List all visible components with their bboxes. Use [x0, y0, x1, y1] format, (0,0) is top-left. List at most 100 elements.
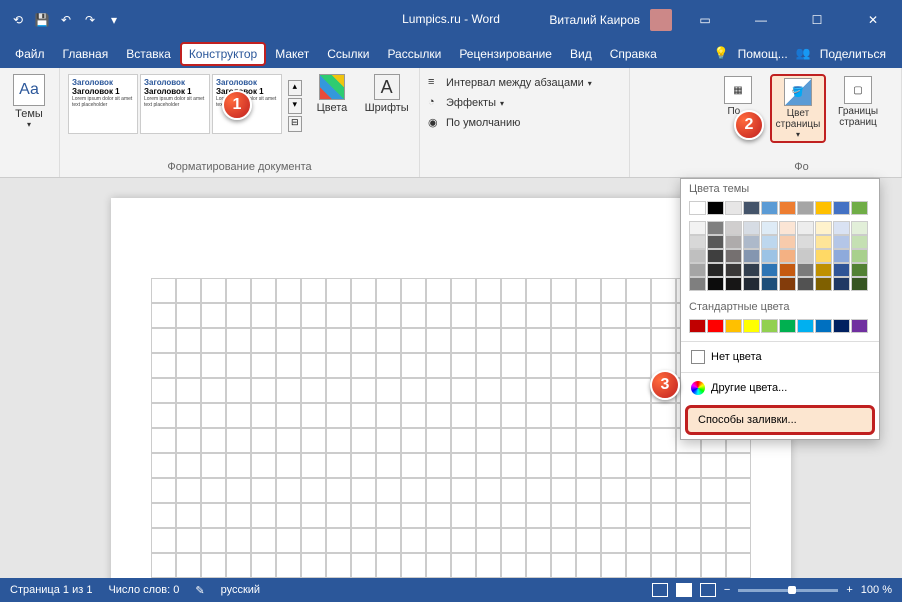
- ribbon-options-icon[interactable]: ▭: [682, 0, 728, 40]
- color-swatch[interactable]: [707, 263, 724, 277]
- fonts-button[interactable]: А Шрифты: [362, 74, 411, 114]
- tab-home[interactable]: Главная: [54, 42, 118, 66]
- color-swatch[interactable]: [779, 235, 796, 249]
- undo-icon[interactable]: ↶: [58, 12, 74, 28]
- tab-references[interactable]: Ссылки: [318, 42, 378, 66]
- color-swatch[interactable]: [779, 319, 796, 333]
- color-swatch[interactable]: [743, 319, 760, 333]
- word-count[interactable]: Число слов: 0: [108, 584, 179, 596]
- color-swatch[interactable]: [743, 249, 760, 263]
- zoom-level[interactable]: 100 %: [861, 584, 892, 596]
- color-swatch[interactable]: [833, 201, 850, 215]
- color-swatch[interactable]: [725, 235, 742, 249]
- page-borders-button[interactable]: ▢ Границы страниц: [830, 74, 886, 143]
- tab-review[interactable]: Рецензирование: [450, 42, 561, 66]
- color-swatch[interactable]: [761, 263, 778, 277]
- more-colors-item[interactable]: Другие цвета...: [681, 375, 879, 401]
- paragraph-spacing-button[interactable]: ≡Интервал между абзацами▾: [428, 76, 592, 90]
- zoom-out-icon[interactable]: −: [724, 584, 730, 596]
- color-swatch[interactable]: [707, 235, 724, 249]
- color-swatch[interactable]: [851, 277, 868, 291]
- tell-me-icon[interactable]: 💡: [714, 46, 730, 62]
- color-swatch[interactable]: [707, 319, 724, 333]
- color-swatch[interactable]: [797, 319, 814, 333]
- color-swatch[interactable]: [689, 319, 706, 333]
- color-swatch[interactable]: [833, 319, 850, 333]
- web-layout-icon[interactable]: [700, 583, 716, 597]
- user-name[interactable]: Виталий Каиров: [549, 13, 640, 27]
- gallery-up-icon[interactable]: ▴: [288, 80, 302, 96]
- color-swatch[interactable]: [797, 201, 814, 215]
- color-swatch[interactable]: [797, 277, 814, 291]
- color-swatch[interactable]: [797, 263, 814, 277]
- tab-insert[interactable]: Вставка: [117, 42, 180, 66]
- color-swatch[interactable]: [743, 221, 760, 235]
- fill-effects-item[interactable]: Способы заливки...: [685, 405, 875, 435]
- color-swatch[interactable]: [815, 201, 832, 215]
- color-swatch[interactable]: [725, 319, 742, 333]
- color-swatch[interactable]: [689, 221, 706, 235]
- print-layout-icon[interactable]: [676, 583, 692, 597]
- color-swatch[interactable]: [761, 235, 778, 249]
- color-swatch[interactable]: [779, 277, 796, 291]
- color-swatch[interactable]: [725, 277, 742, 291]
- color-swatch[interactable]: [833, 277, 850, 291]
- effects-button[interactable]: ◔Эффекты▾: [428, 96, 592, 110]
- minimize-icon[interactable]: —: [738, 0, 784, 40]
- color-swatch[interactable]: [725, 221, 742, 235]
- color-swatch[interactable]: [779, 221, 796, 235]
- color-swatch[interactable]: [725, 263, 742, 277]
- no-color-item[interactable]: Нет цвета: [681, 344, 879, 370]
- share-label[interactable]: Поделиться: [820, 47, 886, 61]
- color-swatch[interactable]: [707, 221, 724, 235]
- color-swatch[interactable]: [815, 319, 832, 333]
- user-avatar-icon[interactable]: [650, 9, 672, 31]
- tab-file[interactable]: Файл: [6, 42, 54, 66]
- qat-dropdown-icon[interactable]: ▾: [106, 12, 122, 28]
- color-swatch[interactable]: [815, 277, 832, 291]
- tab-layout[interactable]: Макет: [266, 42, 318, 66]
- close-icon[interactable]: ✕: [850, 0, 896, 40]
- color-swatch[interactable]: [851, 235, 868, 249]
- color-swatch[interactable]: [743, 277, 760, 291]
- gallery-more-icon[interactable]: ⊟: [288, 116, 302, 132]
- color-swatch[interactable]: [689, 235, 706, 249]
- page-indicator[interactable]: Страница 1 из 1: [10, 584, 92, 596]
- tab-mailings[interactable]: Рассылки: [378, 42, 450, 66]
- color-swatch[interactable]: [689, 249, 706, 263]
- color-swatch[interactable]: [797, 249, 814, 263]
- color-swatch[interactable]: [707, 249, 724, 263]
- tell-me-label[interactable]: Помощ...: [738, 47, 788, 61]
- zoom-slider[interactable]: [738, 589, 838, 592]
- autosave-icon[interactable]: ⟲: [10, 12, 26, 28]
- share-icon[interactable]: 👥: [796, 46, 812, 62]
- color-swatch[interactable]: [851, 221, 868, 235]
- spell-check-icon[interactable]: ✎: [195, 584, 204, 597]
- color-swatch[interactable]: [815, 235, 832, 249]
- style-set-2[interactable]: ЗаголовокЗаголовок 1Lorem ipsum dolor si…: [140, 74, 210, 134]
- color-swatch[interactable]: [797, 235, 814, 249]
- color-swatch[interactable]: [833, 221, 850, 235]
- table-grid[interactable]: [151, 278, 751, 578]
- maximize-icon[interactable]: ☐: [794, 0, 840, 40]
- color-swatch[interactable]: [815, 263, 832, 277]
- set-default-button[interactable]: ◉По умолчанию: [428, 116, 592, 130]
- read-mode-icon[interactable]: [652, 583, 668, 597]
- color-swatch[interactable]: [851, 319, 868, 333]
- color-swatch[interactable]: [815, 221, 832, 235]
- color-swatch[interactable]: [689, 277, 706, 291]
- language-indicator[interactable]: русский: [221, 584, 260, 596]
- style-set-1[interactable]: ЗаголовокЗаголовок 1Lorem ipsum dolor si…: [68, 74, 138, 134]
- color-swatch[interactable]: [761, 277, 778, 291]
- zoom-in-icon[interactable]: +: [846, 584, 852, 596]
- color-swatch[interactable]: [743, 201, 760, 215]
- tab-design[interactable]: Конструктор: [180, 42, 266, 66]
- gallery-down-icon[interactable]: ▾: [288, 98, 302, 114]
- color-swatch[interactable]: [815, 249, 832, 263]
- color-swatch[interactable]: [851, 263, 868, 277]
- colors-button[interactable]: Цвета: [308, 74, 357, 114]
- color-swatch[interactable]: [707, 201, 724, 215]
- themes-button[interactable]: Аа Темы ▾: [8, 74, 50, 129]
- color-swatch[interactable]: [779, 263, 796, 277]
- color-swatch[interactable]: [743, 263, 760, 277]
